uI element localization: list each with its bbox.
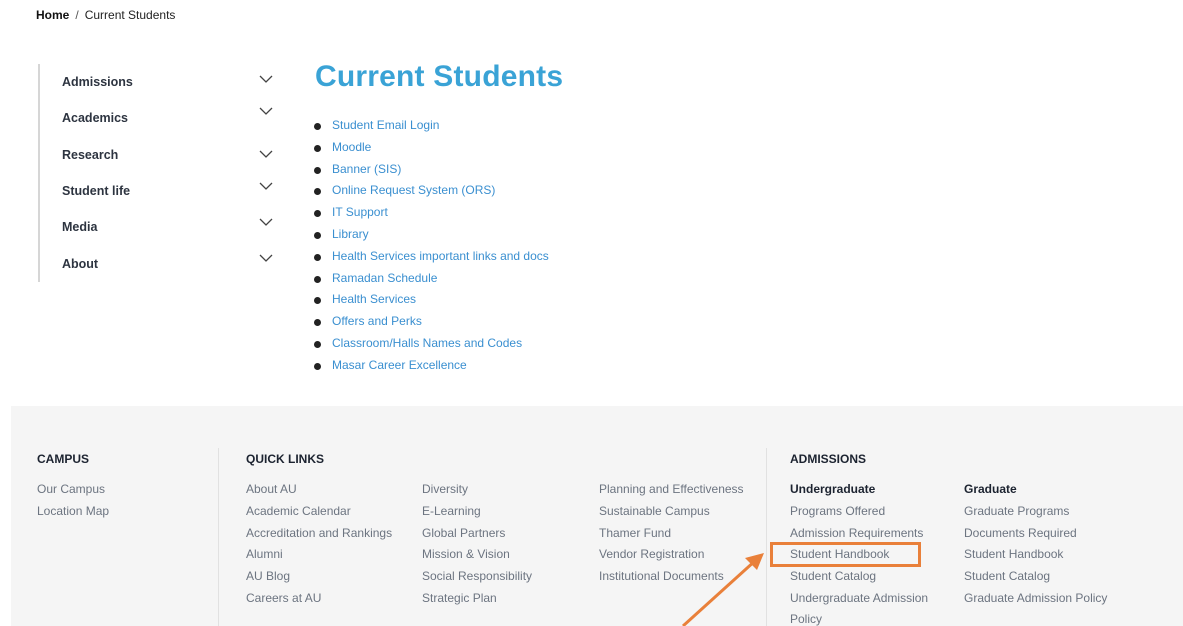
- footer-link[interactable]: Location Map: [37, 504, 109, 518]
- breadcrumb-separator: /: [75, 8, 79, 22]
- chevron-down-icon[interactable]: [258, 178, 274, 194]
- sidebar-nav: Admissions Academics Research Student li…: [38, 64, 278, 282]
- list-item: Health Services: [312, 290, 549, 312]
- list-item: IT Support: [312, 203, 549, 225]
- footer-link[interactable]: Careers at AU: [246, 591, 321, 605]
- page-title: Current Students: [315, 60, 564, 93]
- footer-link[interactable]: Undergraduate Admission: [790, 591, 928, 605]
- footer-link[interactable]: Institutional Documents: [599, 569, 724, 583]
- footer-admissions-heading: ADMISSIONS: [790, 452, 867, 466]
- list-item: Masar Career Excellence: [312, 356, 549, 378]
- list-item: Library: [312, 225, 549, 247]
- chevron-down-icon[interactable]: [258, 71, 274, 87]
- footer-link[interactable]: Strategic Plan: [422, 591, 497, 605]
- footer-link[interactable]: Admission Requirements: [790, 526, 923, 540]
- site-footer: CAMPUS Our Campus Location Map QUICK LIN…: [11, 406, 1183, 626]
- list-item: Online Request System (ORS): [312, 181, 549, 203]
- list-item: Banner (SIS): [312, 160, 549, 182]
- sidebar-item-label: Media: [62, 220, 98, 234]
- moodle-link[interactable]: Moodle: [332, 140, 371, 154]
- sidebar-item-label: Research: [62, 148, 119, 162]
- breadcrumb: Home / Current Students: [36, 8, 175, 22]
- banner-sis-link[interactable]: Banner (SIS): [332, 162, 401, 176]
- sidebar-item-label: Academics: [62, 111, 129, 125]
- chevron-down-icon[interactable]: [258, 214, 274, 230]
- chevron-down-icon[interactable]: [258, 103, 274, 119]
- footer-link[interactable]: Policy: [790, 612, 822, 626]
- chevron-down-icon[interactable]: [258, 146, 274, 162]
- footer-campus-heading: CAMPUS: [37, 452, 90, 466]
- footer-link[interactable]: Mission & Vision: [422, 547, 510, 561]
- sidebar-item-research[interactable]: Research: [62, 148, 282, 168]
- footer-link[interactable]: Documents Required: [964, 526, 1077, 540]
- footer-link[interactable]: Academic Calendar: [246, 504, 351, 518]
- sidebar-item-label: Student life: [62, 184, 131, 198]
- sidebar-item-about[interactable]: About: [62, 254, 282, 277]
- sidebar-item-label: Admissions: [62, 75, 133, 89]
- ramadan-schedule-link[interactable]: Ramadan Schedule: [332, 271, 437, 285]
- student-links-list: Student Email Login Moodle Banner (SIS) …: [312, 116, 549, 378]
- health-services-docs-link[interactable]: Health Services important links and docs: [332, 249, 549, 263]
- online-request-system-link[interactable]: Online Request System (ORS): [332, 183, 495, 197]
- breadcrumb-current: Current Students: [84, 8, 176, 22]
- footer-link[interactable]: Global Partners: [422, 526, 505, 540]
- footer-link[interactable]: About AU: [246, 482, 297, 496]
- footer-link[interactable]: E-Learning: [422, 504, 481, 518]
- list-item: Ramadan Schedule: [312, 269, 549, 291]
- footer-link[interactable]: Vendor Registration: [599, 547, 704, 561]
- footer-link[interactable]: Graduate Programs: [964, 504, 1069, 518]
- footer-undergraduate-title: Undergraduate: [790, 482, 876, 496]
- footer-link[interactable]: Our Campus: [37, 482, 105, 496]
- footer-link[interactable]: Social Responsibility: [422, 569, 532, 583]
- list-item: Student Email Login: [312, 116, 549, 138]
- offers-and-perks-link[interactable]: Offers and Perks: [332, 314, 422, 328]
- health-services-link[interactable]: Health Services: [332, 292, 416, 306]
- footer-quick-links-heading: QUICK LINKS: [246, 452, 324, 466]
- footer-link[interactable]: Graduate Admission Policy: [964, 591, 1107, 605]
- breadcrumb-home-link[interactable]: Home: [36, 8, 69, 22]
- footer-link[interactable]: Student Catalog: [790, 569, 876, 583]
- footer-link[interactable]: AU Blog: [246, 569, 290, 583]
- footer-graduate-title: Graduate: [964, 482, 1017, 496]
- footer-divider: [766, 448, 767, 626]
- footer-link[interactable]: Accreditation and Rankings: [246, 526, 392, 540]
- footer-link[interactable]: Sustainable Campus: [599, 504, 710, 518]
- sidebar-item-admissions[interactable]: Admissions: [62, 75, 282, 95]
- footer-link[interactable]: Thamer Fund: [599, 526, 671, 540]
- masar-career-link[interactable]: Masar Career Excellence: [332, 358, 467, 372]
- list-item: Health Services important links and docs: [312, 247, 549, 269]
- sidebar-item-student-life[interactable]: Student life: [62, 182, 282, 204]
- student-email-login-link[interactable]: Student Email Login: [332, 118, 439, 132]
- list-item: Moodle: [312, 138, 549, 160]
- list-item: Offers and Perks: [312, 312, 549, 334]
- highlight-box: [770, 542, 921, 567]
- footer-link[interactable]: Programs Offered: [790, 504, 885, 518]
- library-link[interactable]: Library: [332, 227, 369, 241]
- sidebar-item-academics[interactable]: Academics: [62, 107, 282, 131]
- footer-link[interactable]: Planning and Effectiveness: [599, 482, 744, 496]
- chevron-down-icon[interactable]: [258, 250, 274, 266]
- footer-link[interactable]: Diversity: [422, 482, 468, 496]
- list-item: Classroom/Halls Names and Codes: [312, 334, 549, 356]
- sidebar-item-media[interactable]: Media: [62, 218, 282, 240]
- classroom-halls-link[interactable]: Classroom/Halls Names and Codes: [332, 336, 522, 350]
- footer-link[interactable]: Alumni: [246, 547, 283, 561]
- sidebar-item-label: About: [62, 257, 99, 271]
- footer-link[interactable]: Student Handbook: [964, 547, 1063, 561]
- footer-link[interactable]: Student Catalog: [964, 569, 1050, 583]
- footer-divider: [218, 448, 219, 626]
- it-support-link[interactable]: IT Support: [332, 205, 388, 219]
